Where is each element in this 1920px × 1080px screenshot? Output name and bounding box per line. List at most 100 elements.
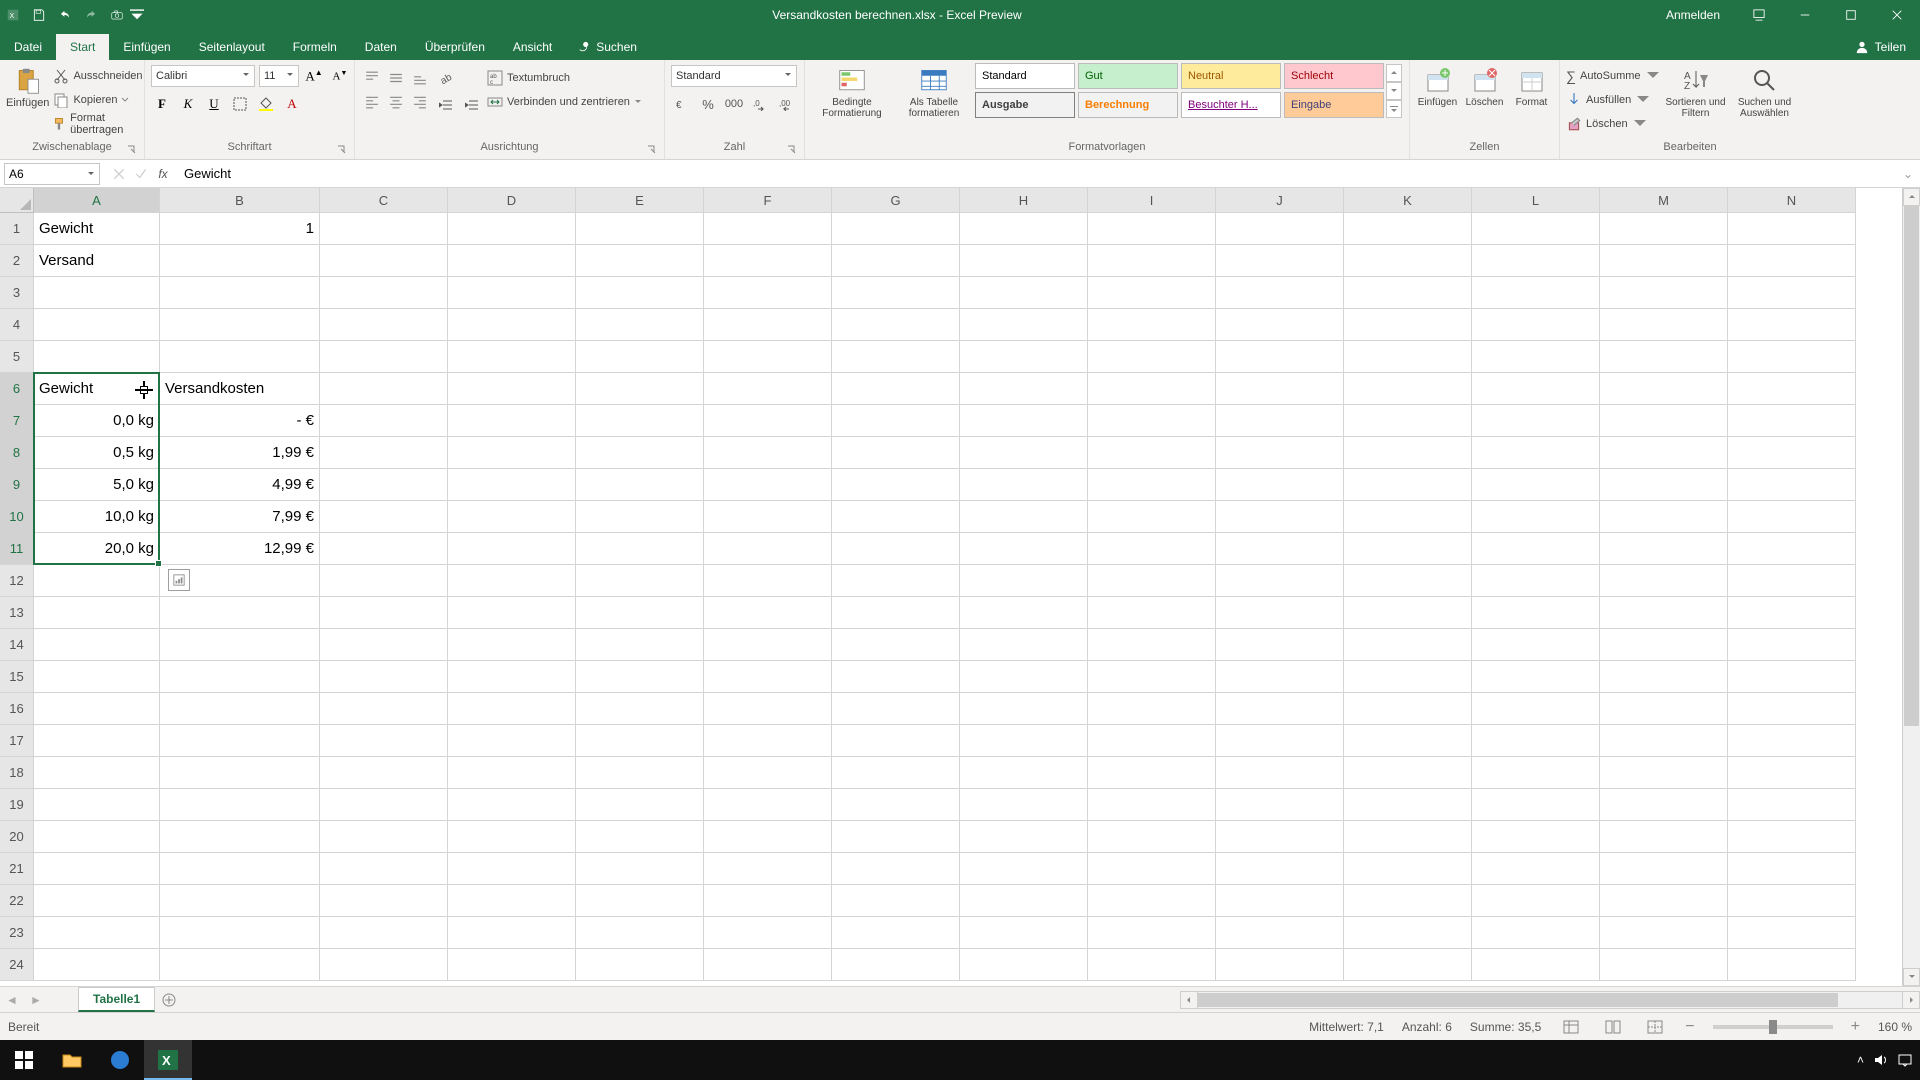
cell-B1[interactable]: 1 [160, 213, 320, 245]
row-header-23[interactable]: 23 [0, 917, 34, 949]
row-header-8[interactable]: 8 [0, 437, 34, 469]
cell-I6[interactable] [1088, 373, 1216, 405]
tab-nav-prev[interactable]: ◄ [0, 993, 24, 1007]
cell-J21[interactable] [1216, 853, 1344, 885]
cell-J23[interactable] [1216, 917, 1344, 949]
cell-E6[interactable] [576, 373, 704, 405]
cell-N21[interactable] [1728, 853, 1856, 885]
sort-filter-button[interactable]: AZSortieren und Filtern [1665, 63, 1727, 119]
cell-H20[interactable] [960, 821, 1088, 853]
cell-C12[interactable] [320, 565, 448, 597]
column-header-I[interactable]: I [1088, 188, 1216, 213]
cell-K3[interactable] [1344, 277, 1472, 309]
cell-E19[interactable] [576, 789, 704, 821]
cell-D15[interactable] [448, 661, 576, 693]
cell-D20[interactable] [448, 821, 576, 853]
cell-C17[interactable] [320, 725, 448, 757]
cell-F5[interactable] [704, 341, 832, 373]
cell-J22[interactable] [1216, 885, 1344, 917]
cell-N15[interactable] [1728, 661, 1856, 693]
cell-I22[interactable] [1088, 885, 1216, 917]
cell-F24[interactable] [704, 949, 832, 981]
cell-H19[interactable] [960, 789, 1088, 821]
column-header-J[interactable]: J [1216, 188, 1344, 213]
cell-D5[interactable] [448, 341, 576, 373]
cell-J3[interactable] [1216, 277, 1344, 309]
cell-L11[interactable] [1472, 533, 1600, 565]
cell-C16[interactable] [320, 693, 448, 725]
cell-K24[interactable] [1344, 949, 1472, 981]
cell-C10[interactable] [320, 501, 448, 533]
row-header-15[interactable]: 15 [0, 661, 34, 693]
row-header-20[interactable]: 20 [0, 821, 34, 853]
increase-decimal-button[interactable]: ,0 [749, 93, 771, 115]
cell-N11[interactable] [1728, 533, 1856, 565]
cell-J6[interactable] [1216, 373, 1344, 405]
cell-M10[interactable] [1600, 501, 1728, 533]
cell-I9[interactable] [1088, 469, 1216, 501]
cell-C14[interactable] [320, 629, 448, 661]
cell-L15[interactable] [1472, 661, 1600, 693]
row-header-22[interactable]: 22 [0, 885, 34, 917]
fill-color-button[interactable] [255, 93, 277, 115]
cell-J13[interactable] [1216, 597, 1344, 629]
increase-font-button[interactable]: A▲ [303, 65, 325, 87]
row-header-7[interactable]: 7 [0, 405, 34, 437]
cell-F14[interactable] [704, 629, 832, 661]
row-header-14[interactable]: 14 [0, 629, 34, 661]
cell-A17[interactable] [34, 725, 160, 757]
accounting-format-button[interactable]: € [671, 93, 693, 115]
add-sheet-button[interactable] [155, 993, 183, 1007]
cell-A11[interactable]: 20,0 kg [34, 533, 160, 565]
cell-I5[interactable] [1088, 341, 1216, 373]
cell-G6[interactable] [832, 373, 960, 405]
cell-K2[interactable] [1344, 245, 1472, 277]
cell-style-standard[interactable]: Standard [975, 63, 1075, 89]
cell-F11[interactable] [704, 533, 832, 565]
cell-J8[interactable] [1216, 437, 1344, 469]
cell-M15[interactable] [1600, 661, 1728, 693]
cell-A18[interactable] [34, 757, 160, 789]
zoom-slider[interactable] [1713, 1025, 1833, 1029]
decrease-indent-button[interactable] [435, 95, 457, 117]
cell-K4[interactable] [1344, 309, 1472, 341]
cell-C7[interactable] [320, 405, 448, 437]
cell-L2[interactable] [1472, 245, 1600, 277]
font-launcher[interactable] [336, 145, 348, 157]
cell-I18[interactable] [1088, 757, 1216, 789]
cell-E2[interactable] [576, 245, 704, 277]
cell-M13[interactable] [1600, 597, 1728, 629]
cell-style-gut[interactable]: Gut [1078, 63, 1178, 89]
cell-B8[interactable]: 1,99 € [160, 437, 320, 469]
clear-button[interactable]: Löschen [1566, 113, 1661, 135]
gallery-up-button[interactable] [1386, 64, 1402, 82]
cell-F8[interactable] [704, 437, 832, 469]
cell-K19[interactable] [1344, 789, 1472, 821]
cell-B14[interactable] [160, 629, 320, 661]
cell-F6[interactable] [704, 373, 832, 405]
cell-N19[interactable] [1728, 789, 1856, 821]
cell-A9[interactable]: 5,0 kg [34, 469, 160, 501]
italic-button[interactable]: K [177, 93, 199, 115]
cell-J10[interactable] [1216, 501, 1344, 533]
cell-L3[interactable] [1472, 277, 1600, 309]
cell-J11[interactable] [1216, 533, 1344, 565]
row-header-3[interactable]: 3 [0, 277, 34, 309]
ribbon-tab-daten[interactable]: Daten [351, 34, 411, 60]
cell-L19[interactable] [1472, 789, 1600, 821]
cell-H21[interactable] [960, 853, 1088, 885]
cell-A10[interactable]: 10,0 kg [34, 501, 160, 533]
cell-J9[interactable] [1216, 469, 1344, 501]
row-header-11[interactable]: 11 [0, 533, 34, 565]
close-window-button[interactable] [1874, 0, 1920, 30]
cell-M11[interactable] [1600, 533, 1728, 565]
cell-F4[interactable] [704, 309, 832, 341]
ribbon-tab-ansicht[interactable]: Ansicht [499, 34, 566, 60]
cell-I17[interactable] [1088, 725, 1216, 757]
cell-M5[interactable] [1600, 341, 1728, 373]
cell-M23[interactable] [1600, 917, 1728, 949]
delete-cells-button[interactable]: Löschen [1463, 63, 1506, 108]
cell-M3[interactable] [1600, 277, 1728, 309]
column-header-B[interactable]: B [160, 188, 320, 213]
cell-A2[interactable]: Versand [34, 245, 160, 277]
